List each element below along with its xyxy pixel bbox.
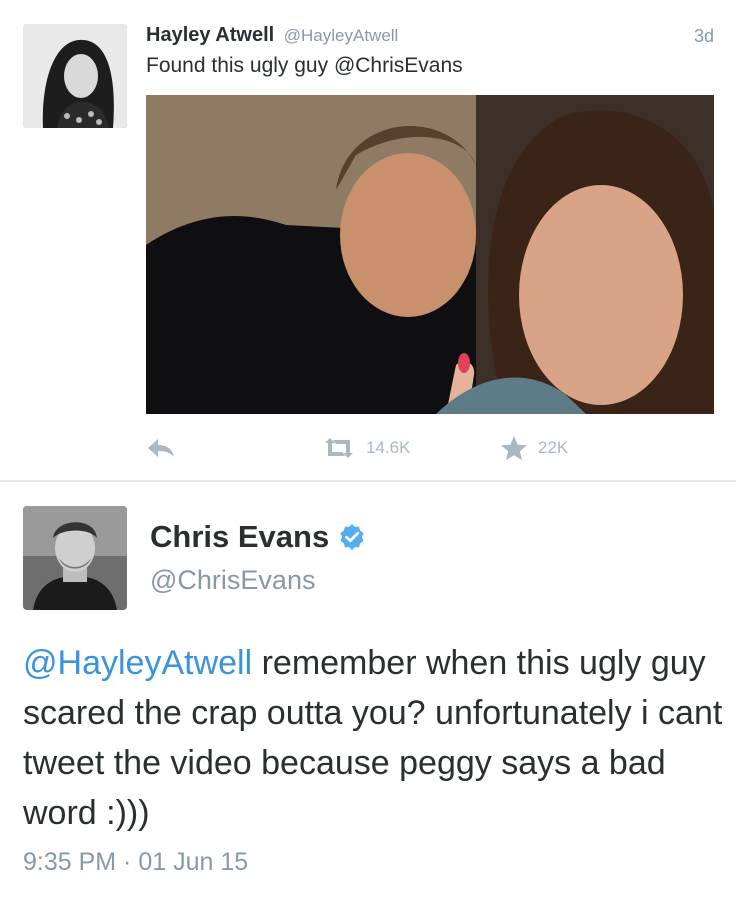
tweet-text: @HayleyAtwell remember when this ugly gu… <box>23 638 723 838</box>
reply-action[interactable] <box>146 432 186 464</box>
star-icon[interactable] <box>500 435 528 461</box>
tweet-divider <box>0 480 736 482</box>
reply-icon[interactable] <box>146 437 176 459</box>
tweet-timestamp[interactable]: 9:35 PM · 01 Jun 15 <box>23 848 248 877</box>
retweet-count: 14.6K <box>366 438 411 457</box>
mention-link[interactable]: @HayleyAtwell <box>23 644 252 682</box>
tweet-text: Found this ugly guy @ChrisEvans <box>146 54 463 77</box>
author-handle[interactable]: @HayleyAtwell <box>284 26 399 45</box>
avatar-chris[interactable] <box>23 506 127 610</box>
favorite-action[interactable]: 22K <box>500 432 568 464</box>
tweet-time[interactable]: 3d <box>694 26 714 47</box>
avatar-hayley-image <box>23 24 127 128</box>
tweet-photo[interactable] <box>146 95 714 414</box>
favorite-count: 22K <box>538 438 569 457</box>
retweet-icon[interactable] <box>322 437 356 459</box>
author-name[interactable]: Chris Evans <box>150 519 329 555</box>
retweet-action[interactable]: 14.6K <box>322 432 410 464</box>
author-name[interactable]: Hayley Atwell <box>146 24 274 46</box>
avatar-hayley[interactable] <box>23 24 127 128</box>
selfie-image <box>146 95 714 414</box>
tweet-hayley: Hayley Atwell @HayleyAtwell 3d Found thi… <box>0 0 736 481</box>
author-row: Chris Evans <box>150 519 366 555</box>
tweet-header: Hayley Atwell @HayleyAtwell <box>146 24 398 47</box>
author-handle[interactable]: @ChrisEvans <box>150 565 315 596</box>
avatar-chris-image <box>23 506 127 610</box>
verified-badge-icon <box>340 524 364 550</box>
